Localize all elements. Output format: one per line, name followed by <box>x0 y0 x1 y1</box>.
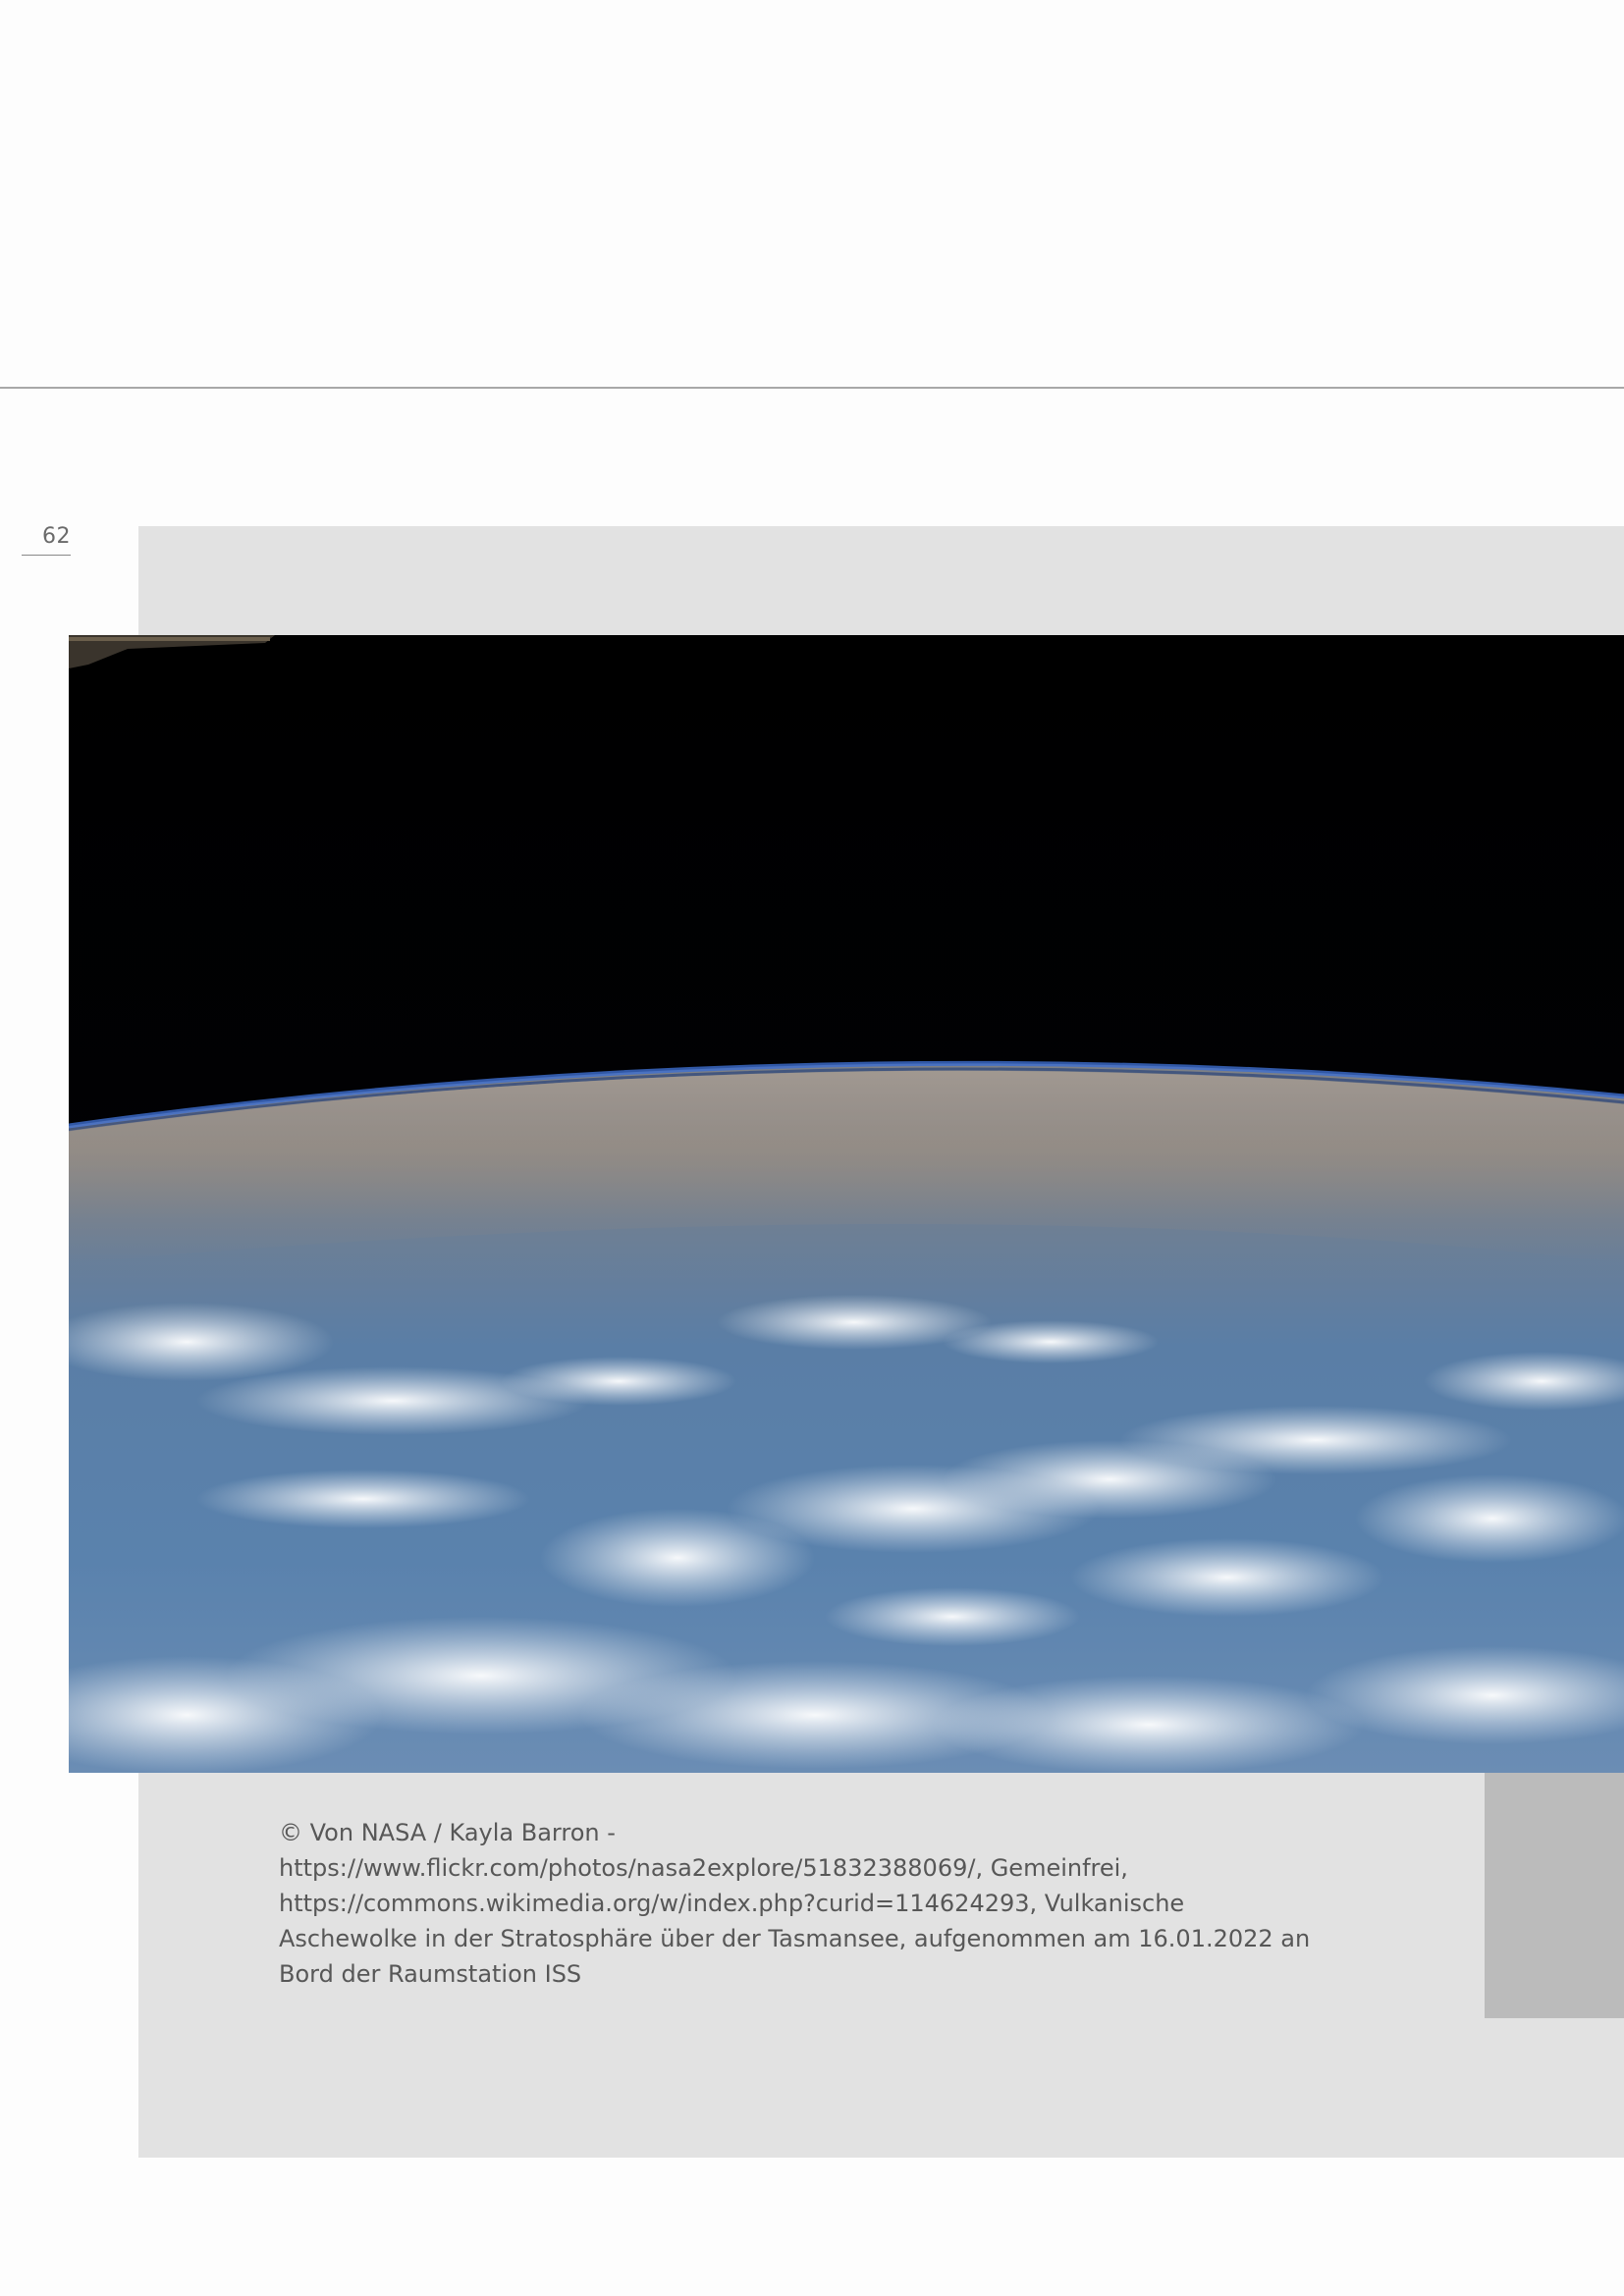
earth-photo-icon <box>69 635 1624 1773</box>
page-number: 62 <box>42 524 71 549</box>
earth-photo <box>69 635 1624 1773</box>
header-rule <box>0 387 1624 389</box>
page-number-underline <box>22 555 71 556</box>
accent-block <box>1485 1773 1624 2018</box>
figure-caption: © Von NASA / Kayla Barron - https://www.… <box>279 1819 1311 1988</box>
